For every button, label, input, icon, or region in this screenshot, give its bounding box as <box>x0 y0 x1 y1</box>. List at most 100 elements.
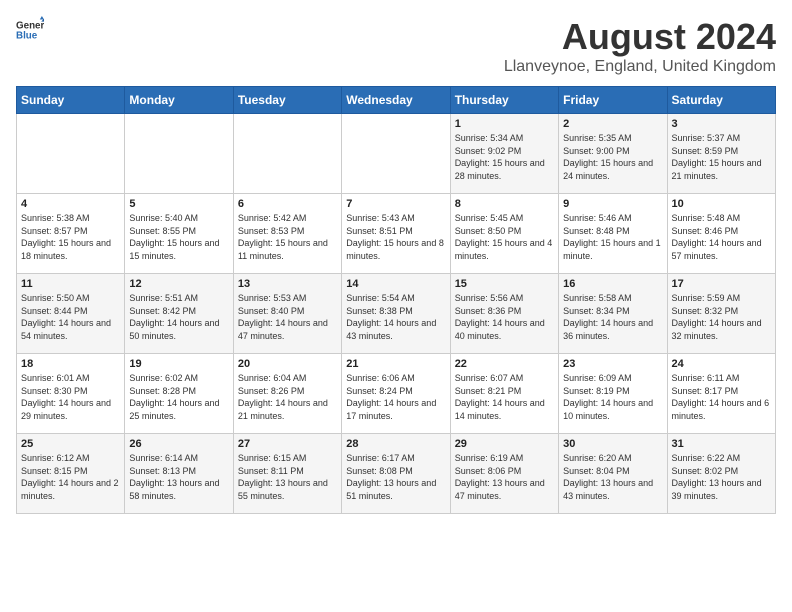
calendar-cell: 20Sunrise: 6:04 AM Sunset: 8:26 PM Dayli… <box>233 354 341 434</box>
day-number: 24 <box>672 358 771 370</box>
calendar-week-1: 4 Sunrise: 5:38 AM Sunset: 8:57 PM Daylig… <box>17 194 776 274</box>
calendar-cell: 30Sunrise: 6:20 AM Sunset: 8:04 PM Dayli… <box>559 434 667 514</box>
day-info: Sunrise: 6:17 AM Sunset: 8:08 PM Dayligh… <box>346 452 445 502</box>
day-number: 8 <box>455 198 554 210</box>
calendar-table: Sunday Monday Tuesday Wednesday Thursday… <box>16 86 776 514</box>
day-number: 25 <box>21 438 120 450</box>
day-number: 12 <box>129 278 228 290</box>
calendar-week-3: 18 Sunrise: 6:01 AM Sunset: 8:30 PM Dayli… <box>17 354 776 434</box>
day-info: Sunrise: 6:22 AM Sunset: 8:02 PM Dayligh… <box>672 452 771 502</box>
day-number: 20 <box>238 358 337 370</box>
day-number: 14 <box>346 278 445 290</box>
header-row: Sunday Monday Tuesday Wednesday Thursday… <box>17 87 776 114</box>
day-number: 13 <box>238 278 337 290</box>
day-number: 6 <box>238 198 337 210</box>
calendar-cell: 9 Sunrise: 5:46 AM Sunset: 8:48 PM Daylig… <box>559 194 667 274</box>
col-friday: Friday <box>559 87 667 114</box>
day-number: 26 <box>129 438 228 450</box>
calendar-cell: 4 Sunrise: 5:38 AM Sunset: 8:57 PM Daylig… <box>17 194 125 274</box>
day-info: Sunrise: 5:35 AM Sunset: 9:00 PM Dayligh… <box>563 132 662 182</box>
day-info: Sunrise: 5:37 AM Sunset: 8:59 PM Dayligh… <box>672 132 771 182</box>
day-info: Sunrise: 5:48 AM Sunset: 8:46 PM Dayligh… <box>672 212 771 262</box>
day-info: Sunrise: 5:50 AM Sunset: 8:44 PM Dayligh… <box>21 292 120 342</box>
day-info: Sunrise: 5:56 AM Sunset: 8:36 PM Dayligh… <box>455 292 554 342</box>
calendar-cell: 6 Sunrise: 5:42 AM Sunset: 8:53 PM Daylig… <box>233 194 341 274</box>
day-info: Sunrise: 6:06 AM Sunset: 8:24 PM Dayligh… <box>346 372 445 422</box>
calendar-cell: 3 Sunrise: 5:37 AM Sunset: 8:59 PM Daylig… <box>667 114 775 194</box>
day-info: Sunrise: 5:46 AM Sunset: 8:48 PM Dayligh… <box>563 212 662 262</box>
day-info: Sunrise: 5:42 AM Sunset: 8:53 PM Dayligh… <box>238 212 337 262</box>
day-info: Sunrise: 6:19 AM Sunset: 8:06 PM Dayligh… <box>455 452 554 502</box>
day-number: 4 <box>21 198 120 210</box>
day-number: 23 <box>563 358 662 370</box>
col-monday: Monday <box>125 87 233 114</box>
day-number: 27 <box>238 438 337 450</box>
day-number: 3 <box>672 118 771 130</box>
calendar-cell <box>125 114 233 194</box>
day-info: Sunrise: 5:40 AM Sunset: 8:55 PM Dayligh… <box>129 212 228 262</box>
col-sunday: Sunday <box>17 87 125 114</box>
calendar-cell: 11 Sunrise: 5:50 AM Sunset: 8:44 PM Dayli… <box>17 274 125 354</box>
calendar-cell: 7Sunrise: 5:43 AM Sunset: 8:51 PM Daylig… <box>342 194 450 274</box>
calendar-cell: 24 Sunrise: 6:11 AM Sunset: 8:17 PM Dayli… <box>667 354 775 434</box>
calendar-cell: 1 Sunrise: 5:34 AM Sunset: 9:02 PM Daylig… <box>450 114 558 194</box>
calendar-cell: 10 Sunrise: 5:48 AM Sunset: 8:46 PM Dayli… <box>667 194 775 274</box>
calendar-cell: 27 Sunrise: 6:15 AM Sunset: 8:11 PM Dayli… <box>233 434 341 514</box>
col-thursday: Thursday <box>450 87 558 114</box>
day-info: Sunrise: 6:09 AM Sunset: 8:19 PM Dayligh… <box>563 372 662 422</box>
day-number: 2 <box>563 118 662 130</box>
header: General Blue August 2024 Llanveynoe, Eng… <box>16 16 776 76</box>
calendar-cell: 25 Sunrise: 6:12 AM Sunset: 8:15 PM Dayli… <box>17 434 125 514</box>
calendar-cell: 18 Sunrise: 6:01 AM Sunset: 8:30 PM Dayli… <box>17 354 125 434</box>
day-number: 30 <box>563 438 662 450</box>
calendar-cell <box>233 114 341 194</box>
calendar-cell: 15 Sunrise: 5:56 AM Sunset: 8:36 PM Dayli… <box>450 274 558 354</box>
day-info: Sunrise: 6:14 AM Sunset: 8:13 PM Dayligh… <box>129 452 228 502</box>
day-info: Sunrise: 6:11 AM Sunset: 8:17 PM Dayligh… <box>672 372 771 422</box>
day-number: 18 <box>21 358 120 370</box>
col-saturday: Saturday <box>667 87 775 114</box>
day-info: Sunrise: 5:45 AM Sunset: 8:50 PM Dayligh… <box>455 212 554 262</box>
day-number: 5 <box>129 198 228 210</box>
calendar-cell: 5 Sunrise: 5:40 AM Sunset: 8:55 PM Daylig… <box>125 194 233 274</box>
day-info: Sunrise: 5:58 AM Sunset: 8:34 PM Dayligh… <box>563 292 662 342</box>
title-area: August 2024 Llanveynoe, England, United … <box>504 16 776 76</box>
calendar-cell: 12Sunrise: 5:51 AM Sunset: 8:42 PM Dayli… <box>125 274 233 354</box>
day-info: Sunrise: 6:15 AM Sunset: 8:11 PM Dayligh… <box>238 452 337 502</box>
day-number: 7 <box>346 198 445 210</box>
calendar-cell: 26 Sunrise: 6:14 AM Sunset: 8:13 PM Dayli… <box>125 434 233 514</box>
calendar-cell: 17Sunrise: 5:59 AM Sunset: 8:32 PM Dayli… <box>667 274 775 354</box>
day-info: Sunrise: 6:12 AM Sunset: 8:15 PM Dayligh… <box>21 452 120 502</box>
svg-text:Blue: Blue <box>16 30 38 41</box>
day-number: 31 <box>672 438 771 450</box>
calendar-cell: 13 Sunrise: 5:53 AM Sunset: 8:40 PM Dayli… <box>233 274 341 354</box>
day-number: 10 <box>672 198 771 210</box>
day-number: 22 <box>455 358 554 370</box>
calendar-cell: 19Sunrise: 6:02 AM Sunset: 8:28 PM Dayli… <box>125 354 233 434</box>
day-number: 17 <box>672 278 771 290</box>
calendar-header: Sunday Monday Tuesday Wednesday Thursday… <box>17 87 776 114</box>
day-info: Sunrise: 5:54 AM Sunset: 8:38 PM Dayligh… <box>346 292 445 342</box>
calendar-cell: 8 Sunrise: 5:45 AM Sunset: 8:50 PM Daylig… <box>450 194 558 274</box>
day-number: 21 <box>346 358 445 370</box>
day-number: 1 <box>455 118 554 130</box>
day-number: 29 <box>455 438 554 450</box>
day-number: 15 <box>455 278 554 290</box>
calendar-cell: 28Sunrise: 6:17 AM Sunset: 8:08 PM Dayli… <box>342 434 450 514</box>
logo-icon: General Blue <box>16 16 44 44</box>
calendar-cell: 16Sunrise: 5:58 AM Sunset: 8:34 PM Dayli… <box>559 274 667 354</box>
day-info: Sunrise: 5:38 AM Sunset: 8:57 PM Dayligh… <box>21 212 120 262</box>
col-tuesday: Tuesday <box>233 87 341 114</box>
day-info: Sunrise: 6:01 AM Sunset: 8:30 PM Dayligh… <box>21 372 120 422</box>
day-number: 11 <box>21 278 120 290</box>
day-info: Sunrise: 5:34 AM Sunset: 9:02 PM Dayligh… <box>455 132 554 182</box>
logo: General Blue <box>16 16 44 44</box>
calendar-cell <box>17 114 125 194</box>
calendar-week-2: 11 Sunrise: 5:50 AM Sunset: 8:44 PM Dayli… <box>17 274 776 354</box>
day-info: Sunrise: 6:02 AM Sunset: 8:28 PM Dayligh… <box>129 372 228 422</box>
day-info: Sunrise: 6:07 AM Sunset: 8:21 PM Dayligh… <box>455 372 554 422</box>
day-number: 9 <box>563 198 662 210</box>
calendar-cell: 22 Sunrise: 6:07 AM Sunset: 8:21 PM Dayli… <box>450 354 558 434</box>
calendar-cell: 21 Sunrise: 6:06 AM Sunset: 8:24 PM Dayli… <box>342 354 450 434</box>
day-info: Sunrise: 5:53 AM Sunset: 8:40 PM Dayligh… <box>238 292 337 342</box>
